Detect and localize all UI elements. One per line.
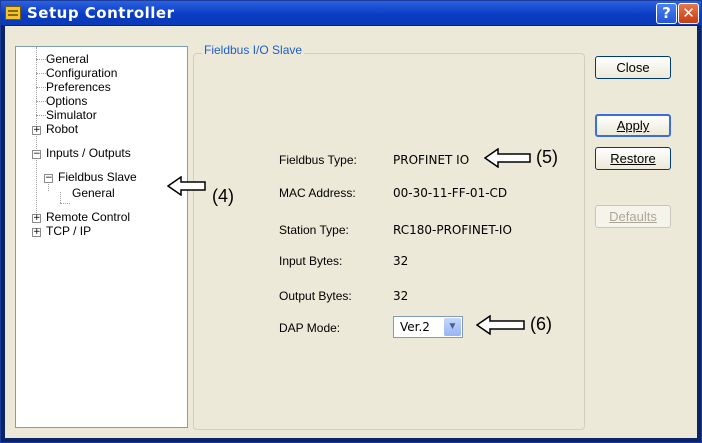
tree-item-options[interactable]: Options [46, 94, 87, 108]
tree-item-fieldbus-slave[interactable]: Fieldbus Slave [58, 170, 137, 184]
apply-button[interactable]: Apply [595, 114, 671, 137]
output-bytes-value: 32 [393, 289, 409, 303]
tree-item-inputs-outputs[interactable]: Inputs / Outputs [46, 146, 131, 160]
expand-icon[interactable]: + [32, 126, 41, 135]
callout-arrow-6 [476, 315, 525, 335]
station-type-value: RC180-PROFINET-IO [393, 223, 512, 237]
dap-mode-value: Ver.2 [400, 320, 430, 334]
tree-connector [36, 155, 37, 215]
collapse-icon[interactable]: − [32, 150, 41, 159]
dap-mode-label: DAP Mode: [279, 321, 341, 335]
callout-label-4: (4) [212, 186, 234, 206]
tree-connector [36, 101, 46, 102]
tree-item-tcp-ip[interactable]: TCP / IP [46, 224, 91, 238]
station-type-label: Station Type: [279, 223, 349, 237]
collapse-icon[interactable]: − [44, 174, 53, 183]
callout-arrow-4 [167, 176, 206, 196]
tree-item-simulator[interactable]: Simulator [46, 108, 97, 122]
setup-controller-window: Setup Controller ? ✕ General Configurati… [0, 0, 702, 443]
restore-button[interactable]: Restore [595, 147, 671, 170]
mac-address-value: 00-30-11-FF-01-CD [393, 186, 508, 200]
callout-label-5: (5) [536, 147, 558, 167]
tree-item-robot[interactable]: Robot [46, 122, 78, 136]
tree-item-fieldbus-general[interactable]: General [72, 186, 115, 200]
settings-tree[interactable]: General Configuration Preferences Option… [15, 46, 188, 428]
group-title: Fieldbus I/O Slave [202, 43, 305, 57]
tree-connector [36, 115, 46, 116]
fieldbus-type-label: Fieldbus Type: [279, 153, 357, 167]
tree-connector [36, 73, 46, 74]
fieldbus-type-value: PROFINET IO [393, 153, 470, 167]
callout-label-6: (6) [530, 314, 552, 334]
title-bar[interactable]: Setup Controller ? ✕ [1, 1, 701, 25]
expand-icon[interactable]: + [32, 228, 41, 237]
dap-mode-select[interactable]: Ver.2 ▼ [393, 316, 463, 338]
dialog-client-area: General Configuration Preferences Option… [5, 26, 697, 438]
tree-item-configuration[interactable]: Configuration [46, 66, 117, 80]
close-button[interactable]: Close [595, 56, 671, 79]
window-title: Setup Controller [27, 4, 175, 22]
tree-connector [36, 59, 46, 60]
tree-item-remote-control[interactable]: Remote Control [46, 210, 130, 224]
input-bytes-label: Input Bytes: [279, 254, 343, 268]
input-bytes-value: 32 [393, 254, 409, 268]
fieldbus-io-slave-group [193, 53, 585, 430]
apply-button-label: Apply [616, 118, 650, 133]
tree-connector [60, 203, 70, 204]
chevron-down-icon[interactable]: ▼ [444, 318, 461, 336]
output-bytes-label: Output Bytes: [279, 289, 352, 303]
defaults-button-label: Defaults [609, 209, 657, 224]
app-icon [5, 6, 21, 20]
defaults-button[interactable]: Defaults [595, 205, 671, 228]
help-button[interactable]: ? [656, 3, 677, 24]
close-window-button[interactable]: ✕ [678, 3, 699, 24]
tree-item-preferences[interactable]: Preferences [46, 80, 111, 94]
mac-address-label: MAC Address: [279, 186, 356, 200]
tree-connector [36, 87, 46, 88]
tree-item-general[interactable]: General [46, 52, 89, 66]
restore-button-label: Restore [610, 151, 656, 166]
expand-icon[interactable]: + [32, 214, 41, 223]
callout-arrow-5 [484, 148, 531, 168]
tree-connector [60, 192, 61, 203]
